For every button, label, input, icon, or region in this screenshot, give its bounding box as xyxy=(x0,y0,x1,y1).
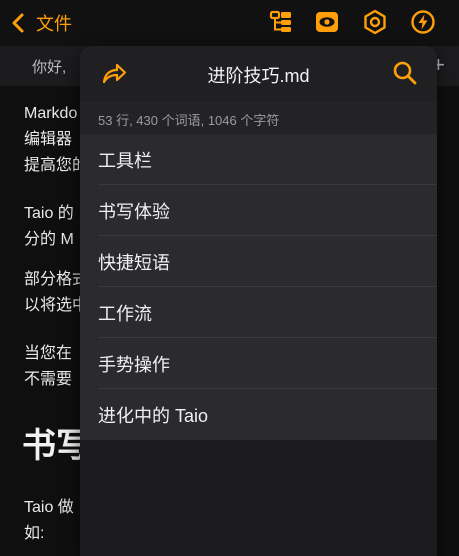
outline-item-label: 快捷短语 xyxy=(98,253,170,273)
document-tab[interactable]: 你好, xyxy=(32,56,66,77)
outline-item-workflow[interactable]: 工作流 xyxy=(80,287,437,338)
editor-line: 当您在 xyxy=(24,345,73,362)
editor-line: 如: xyxy=(24,525,45,542)
editor-line: 编辑器 xyxy=(24,131,73,148)
outline-item-label: 书写体验 xyxy=(98,202,170,222)
top-navigation-bar: 文件 xyxy=(0,0,459,46)
editor-line: Taio 的 xyxy=(24,205,74,222)
document-stats: 53 行, 430 个词语, 1046 个字符 xyxy=(80,102,437,134)
search-icon[interactable] xyxy=(392,60,418,86)
action-bolt-icon[interactable] xyxy=(410,9,436,35)
outline-item-gestures[interactable]: 手势操作 xyxy=(80,338,437,389)
settings-hexagon-icon[interactable] xyxy=(362,9,388,35)
stats-text: 53 行, 430 个词语, 1046 个字符 xyxy=(98,113,280,128)
editor-line: 分的 M xyxy=(24,231,74,248)
panel-title: 进阶技巧.md xyxy=(207,66,310,86)
editor-line: Taio 做 xyxy=(24,499,74,516)
outline-panel: 进阶技巧.md 53 行, 430 个词语, 1046 个字符 工具栏 书写体验… xyxy=(80,46,437,556)
outline-menu: 工具栏 书写体验 快捷短语 工作流 手势操作 进化中的 Taio xyxy=(80,134,437,440)
editor-line: 提高您的 xyxy=(24,157,89,174)
editor-line: Markdo xyxy=(24,105,78,122)
outline-item-label: 工具栏 xyxy=(98,151,152,171)
outline-item-label: 工作流 xyxy=(98,304,152,324)
outline-item-label: 手势操作 xyxy=(98,355,170,375)
outline-icon[interactable] xyxy=(268,9,294,35)
outline-item-snippets[interactable]: 快捷短语 xyxy=(80,236,437,287)
editor-line: 以将选中 xyxy=(24,297,89,314)
back-label: 文件 xyxy=(36,14,72,34)
back-button[interactable]: 文件 xyxy=(8,10,72,36)
editor-line: 部分格式 xyxy=(24,271,89,288)
outline-item-toolbar[interactable]: 工具栏 xyxy=(80,134,437,185)
editor-line: 不需要 xyxy=(24,371,73,388)
outline-item-writing-experience[interactable]: 书写体验 xyxy=(80,185,437,236)
chevron-left-icon xyxy=(12,13,24,33)
outline-item-label: 进化中的 Taio xyxy=(98,406,209,426)
outline-item-evolving-taio[interactable]: 进化中的 Taio xyxy=(80,389,437,440)
preview-eye-icon[interactable] xyxy=(314,9,340,35)
panel-header: 进阶技巧.md xyxy=(80,46,437,102)
